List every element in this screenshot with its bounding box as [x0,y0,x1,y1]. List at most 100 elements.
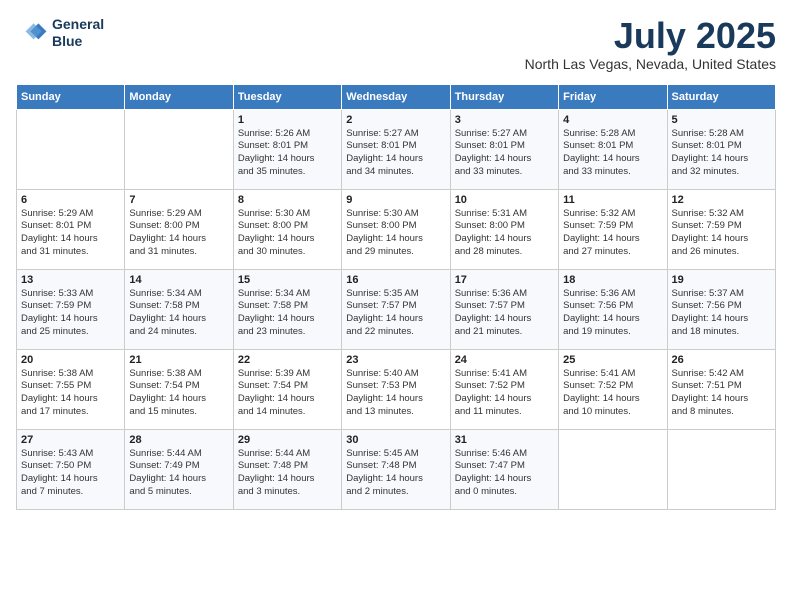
day-number: 18 [563,274,662,286]
calendar-cell: 11 Sunrise: 5:32 AM Sunset: 7:59 PM Dayli… [559,189,667,269]
calendar-cell: 1 Sunrise: 5:26 AM Sunset: 8:01 PM Daylig… [233,109,341,189]
day-number: 16 [346,274,445,286]
calendar-cell: 17 Sunrise: 5:36 AM Sunset: 7:57 PM Dayli… [450,269,558,349]
title-block: July 2025 North Las Vegas, Nevada, Unite… [525,16,776,72]
calendar-cell: 25 Sunrise: 5:41 AM Sunset: 7:52 PM Dayli… [559,349,667,429]
calendar-table: SundayMondayTuesdayWednesdayThursdayFrid… [16,84,776,510]
day-detail: Sunrise: 5:27 AM Sunset: 8:01 PM Dayligh… [346,128,445,179]
calendar-cell: 29 Sunrise: 5:44 AM Sunset: 7:48 PM Dayli… [233,429,341,509]
day-detail: Sunrise: 5:46 AM Sunset: 7:47 PM Dayligh… [455,448,554,499]
weekday-header: Sunday [17,84,125,109]
day-number: 24 [455,354,554,366]
day-detail: Sunrise: 5:33 AM Sunset: 7:59 PM Dayligh… [21,288,120,339]
calendar-cell [125,109,233,189]
day-detail: Sunrise: 5:26 AM Sunset: 8:01 PM Dayligh… [238,128,337,179]
day-number: 9 [346,194,445,206]
calendar-row: 27 Sunrise: 5:43 AM Sunset: 7:50 PM Dayli… [17,429,776,509]
calendar-cell: 9 Sunrise: 5:30 AM Sunset: 8:00 PM Daylig… [342,189,450,269]
day-number: 28 [129,434,228,446]
day-number: 27 [21,434,120,446]
calendar-cell: 6Sunrise: 5:29 AM Sunset: 8:01 PM Daylig… [17,189,125,269]
calendar-cell: 3Sunrise: 5:27 AM Sunset: 8:01 PM Daylig… [450,109,558,189]
day-detail: Sunrise: 5:44 AM Sunset: 7:48 PM Dayligh… [238,448,337,499]
calendar-cell: 28 Sunrise: 5:44 AM Sunset: 7:49 PM Dayli… [125,429,233,509]
logo-text: General Blue [52,16,104,50]
day-number: 21 [129,354,228,366]
month-title: July 2025 [525,16,776,56]
day-detail: Sunrise: 5:31 AM Sunset: 8:00 PM Dayligh… [455,208,554,259]
day-detail: Sunrise: 5:38 AM Sunset: 7:54 PM Dayligh… [129,368,228,419]
day-detail: Sunrise: 5:30 AM Sunset: 8:00 PM Dayligh… [238,208,337,259]
calendar-cell: 20 Sunrise: 5:38 AM Sunset: 7:55 PM Dayli… [17,349,125,429]
day-detail: Sunrise: 5:43 AM Sunset: 7:50 PM Dayligh… [21,448,120,499]
day-detail: Sunrise: 5:34 AM Sunset: 7:58 PM Dayligh… [129,288,228,339]
day-detail: Sunrise: 5:30 AM Sunset: 8:00 PM Dayligh… [346,208,445,259]
calendar-cell: 18Sunrise: 5:36 AM Sunset: 7:56 PM Dayli… [559,269,667,349]
day-number: 1 [238,114,337,126]
day-number: 4 [563,114,662,126]
day-number: 20 [21,354,120,366]
day-detail: Sunrise: 5:36 AM Sunset: 7:57 PM Dayligh… [455,288,554,339]
weekday-header: Monday [125,84,233,109]
day-number: 10 [455,194,554,206]
calendar-cell: 30 Sunrise: 5:45 AM Sunset: 7:48 PM Dayli… [342,429,450,509]
logo-icon [16,17,48,49]
day-number: 5 [672,114,771,126]
calendar-cell [559,429,667,509]
day-detail: Sunrise: 5:35 AM Sunset: 7:57 PM Dayligh… [346,288,445,339]
day-detail: Sunrise: 5:39 AM Sunset: 7:54 PM Dayligh… [238,368,337,419]
calendar-row: 1 Sunrise: 5:26 AM Sunset: 8:01 PM Daylig… [17,109,776,189]
calendar-cell: 27 Sunrise: 5:43 AM Sunset: 7:50 PM Dayli… [17,429,125,509]
day-detail: Sunrise: 5:38 AM Sunset: 7:55 PM Dayligh… [21,368,120,419]
location: North Las Vegas, Nevada, United States [525,56,776,72]
calendar-cell: 23Sunrise: 5:40 AM Sunset: 7:53 PM Dayli… [342,349,450,429]
day-number: 25 [563,354,662,366]
day-number: 12 [672,194,771,206]
day-detail: Sunrise: 5:37 AM Sunset: 7:56 PM Dayligh… [672,288,771,339]
calendar-cell: 8 Sunrise: 5:30 AM Sunset: 8:00 PM Daylig… [233,189,341,269]
weekday-row: SundayMondayTuesdayWednesdayThursdayFrid… [17,84,776,109]
calendar-row: 6Sunrise: 5:29 AM Sunset: 8:01 PM Daylig… [17,189,776,269]
day-detail: Sunrise: 5:45 AM Sunset: 7:48 PM Dayligh… [346,448,445,499]
day-number: 17 [455,274,554,286]
day-number: 31 [455,434,554,446]
calendar-cell: 22Sunrise: 5:39 AM Sunset: 7:54 PM Dayli… [233,349,341,429]
calendar-cell [17,109,125,189]
day-detail: Sunrise: 5:32 AM Sunset: 7:59 PM Dayligh… [563,208,662,259]
day-number: 23 [346,354,445,366]
day-number: 2 [346,114,445,126]
calendar-row: 13 Sunrise: 5:33 AM Sunset: 7:59 PM Dayli… [17,269,776,349]
day-number: 6 [21,194,120,206]
day-detail: Sunrise: 5:32 AM Sunset: 7:59 PM Dayligh… [672,208,771,259]
day-detail: Sunrise: 5:44 AM Sunset: 7:49 PM Dayligh… [129,448,228,499]
logo: General Blue [16,16,104,50]
calendar-cell: 26Sunrise: 5:42 AM Sunset: 7:51 PM Dayli… [667,349,775,429]
day-detail: Sunrise: 5:28 AM Sunset: 8:01 PM Dayligh… [672,128,771,179]
calendar-cell: 5 Sunrise: 5:28 AM Sunset: 8:01 PM Daylig… [667,109,775,189]
calendar-cell: 10 Sunrise: 5:31 AM Sunset: 8:00 PM Dayli… [450,189,558,269]
day-number: 19 [672,274,771,286]
day-detail: Sunrise: 5:41 AM Sunset: 7:52 PM Dayligh… [563,368,662,419]
calendar-cell: 14Sunrise: 5:34 AM Sunset: 7:58 PM Dayli… [125,269,233,349]
day-number: 8 [238,194,337,206]
day-number: 7 [129,194,228,206]
calendar-cell: 15Sunrise: 5:34 AM Sunset: 7:58 PM Dayli… [233,269,341,349]
day-detail: Sunrise: 5:42 AM Sunset: 7:51 PM Dayligh… [672,368,771,419]
day-detail: Sunrise: 5:27 AM Sunset: 8:01 PM Dayligh… [455,128,554,179]
calendar-cell: 24Sunrise: 5:41 AM Sunset: 7:52 PM Dayli… [450,349,558,429]
day-detail: Sunrise: 5:29 AM Sunset: 8:00 PM Dayligh… [129,208,228,259]
weekday-header: Thursday [450,84,558,109]
calendar-cell: 7 Sunrise: 5:29 AM Sunset: 8:00 PM Daylig… [125,189,233,269]
calendar-cell: 21 Sunrise: 5:38 AM Sunset: 7:54 PM Dayli… [125,349,233,429]
calendar-body: 1 Sunrise: 5:26 AM Sunset: 8:01 PM Daylig… [17,109,776,509]
weekday-header: Wednesday [342,84,450,109]
day-number: 11 [563,194,662,206]
calendar-cell: 19 Sunrise: 5:37 AM Sunset: 7:56 PM Dayli… [667,269,775,349]
day-number: 30 [346,434,445,446]
page-header: General Blue July 2025 North Las Vegas, … [16,16,776,72]
weekday-header: Saturday [667,84,775,109]
day-number: 13 [21,274,120,286]
weekday-header: Tuesday [233,84,341,109]
calendar-cell: 13 Sunrise: 5:33 AM Sunset: 7:59 PM Dayli… [17,269,125,349]
day-number: 29 [238,434,337,446]
